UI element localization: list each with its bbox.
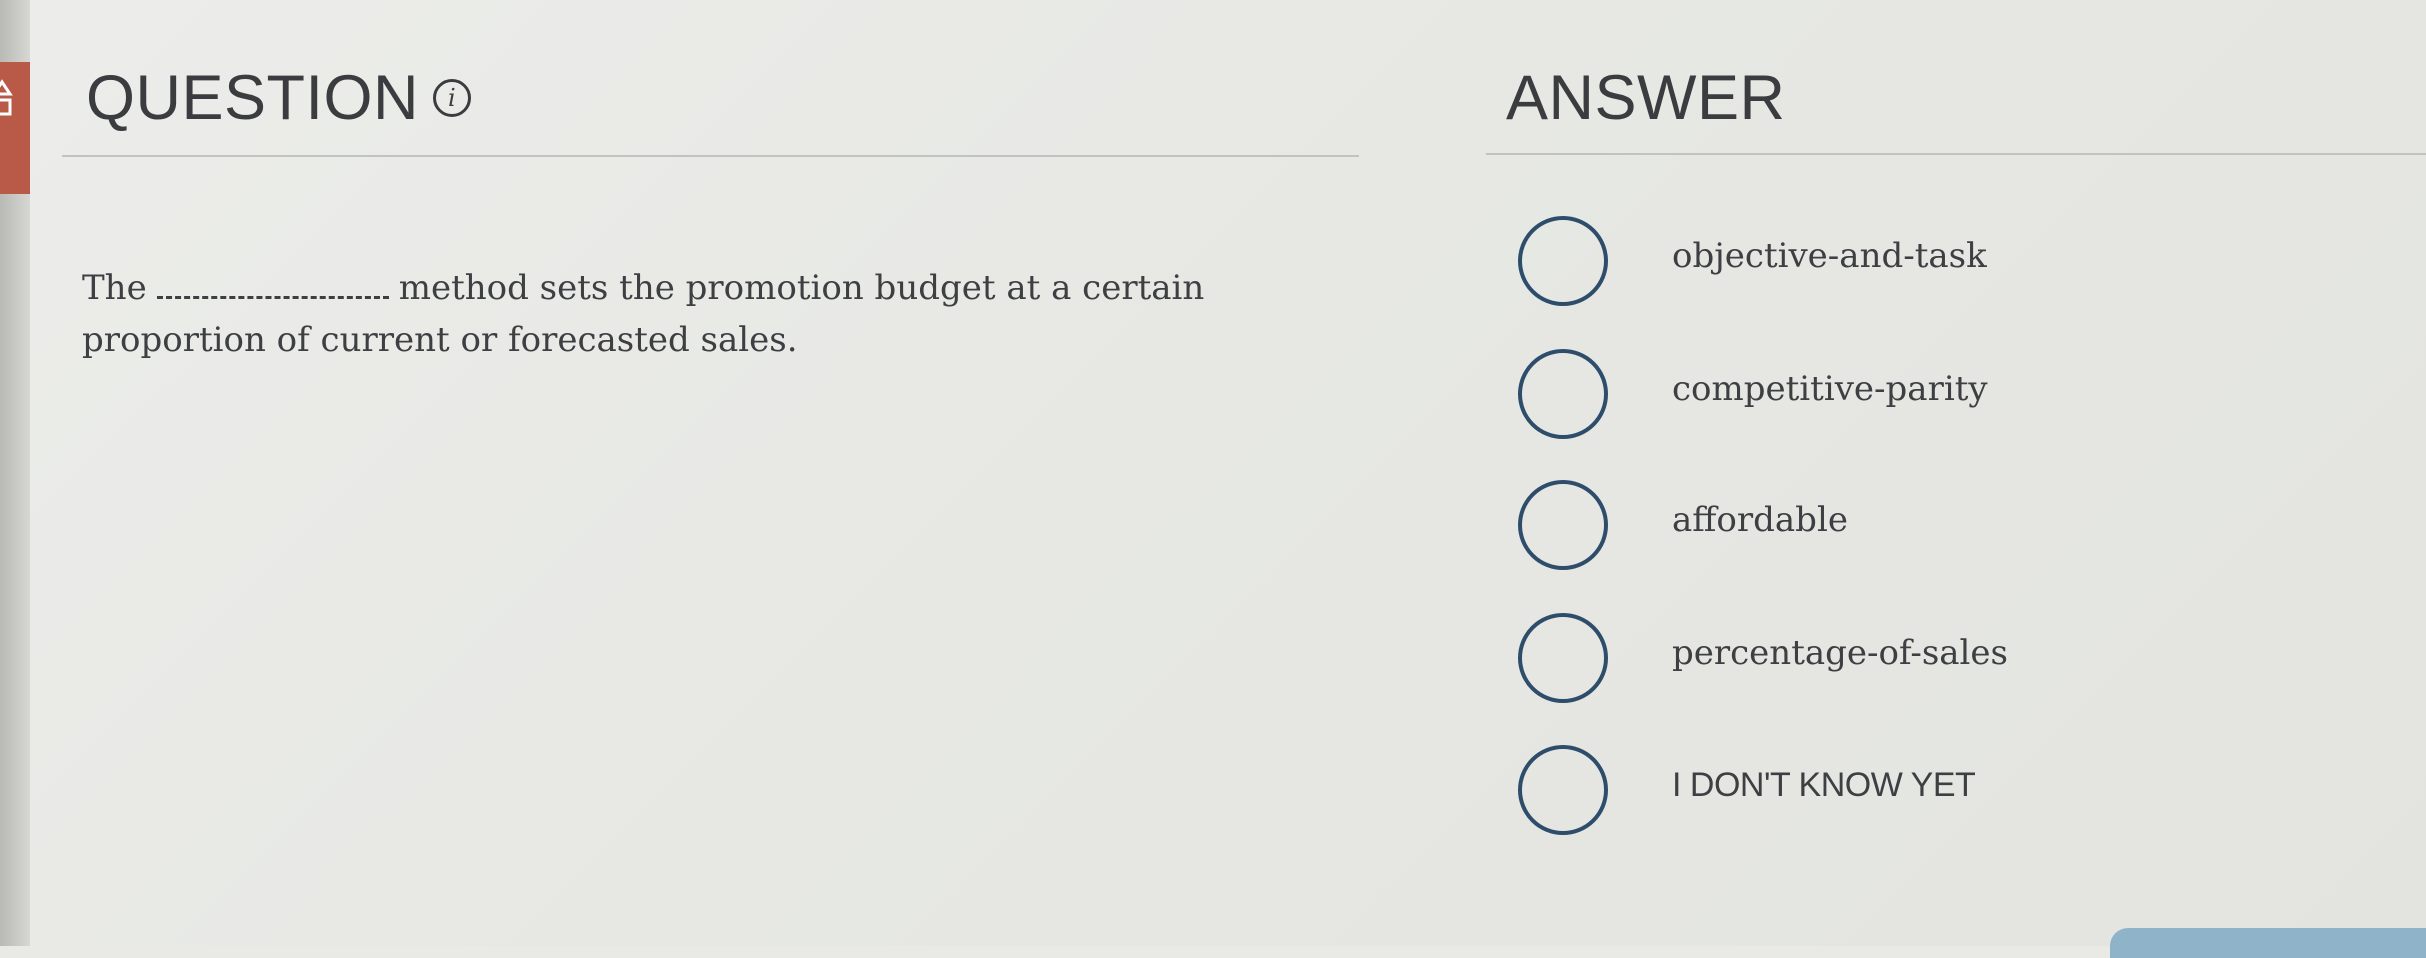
question-panel: [30, 0, 2426, 946]
answer-title: ANSWER: [1506, 63, 1786, 133]
answer-divider: [1486, 153, 2426, 155]
shapes-icon: [0, 79, 13, 116]
question-title: QUESTION: [86, 63, 420, 133]
question-text-before: The: [82, 268, 147, 308]
answer-option-percentage-of-sales[interactable]: percentage-of-sales: [1518, 613, 2008, 703]
question-header: QUESTION i: [86, 62, 472, 134]
question-text-after: method sets the promotion budget at a ce…: [82, 268, 1205, 360]
question-text: The method sets the promotion budget at a…: [82, 262, 1262, 366]
option-label: objective-and-task: [1672, 236, 1987, 276]
option-label: I DON'T KNOW YET: [1672, 765, 1976, 804]
answer-option-affordable[interactable]: affordable: [1518, 480, 1848, 570]
fill-in-blank: [156, 295, 389, 299]
option-label: competitive-parity: [1672, 369, 1988, 409]
answer-option-competitive-parity[interactable]: competitive-parity: [1518, 349, 1988, 439]
option-label: affordable: [1672, 500, 1848, 540]
question-divider: [62, 155, 1359, 157]
radio-button[interactable]: [1518, 349, 1608, 439]
radio-button[interactable]: [1518, 745, 1608, 835]
radio-button[interactable]: [1518, 480, 1608, 570]
answer-option-objective-and-task[interactable]: objective-and-task: [1518, 216, 1987, 306]
bottom-action-button[interactable]: [2110, 928, 2426, 958]
info-icon[interactable]: i: [433, 79, 472, 117]
radio-button[interactable]: [1518, 216, 1608, 306]
radio-button[interactable]: [1518, 613, 1608, 703]
answer-option-dont-know[interactable]: I DON'T KNOW YET: [1518, 745, 1976, 835]
option-label: percentage-of-sales: [1672, 633, 2008, 673]
